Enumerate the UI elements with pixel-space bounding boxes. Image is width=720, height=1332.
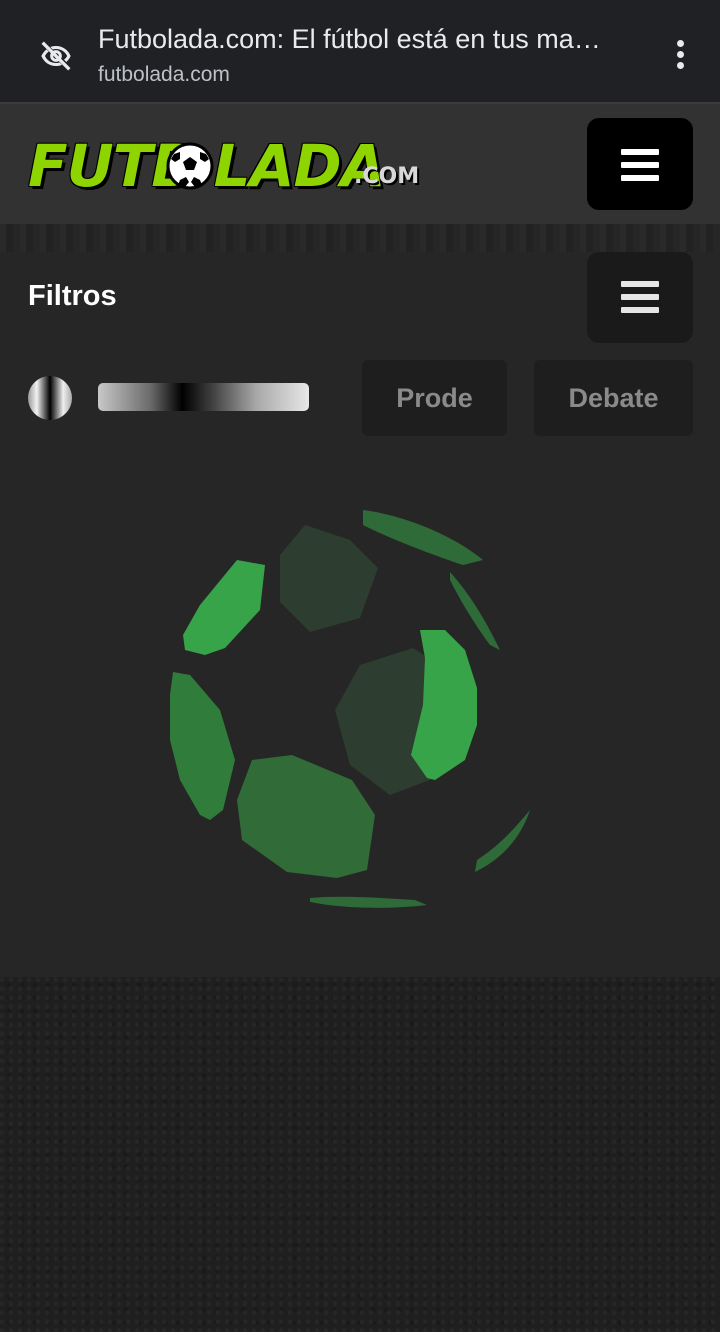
filters-title: Filtros: [28, 280, 117, 312]
hamburger-icon-line: [621, 162, 659, 168]
loading-avatar-placeholder: [28, 376, 72, 420]
hamburger-icon: [621, 149, 659, 155]
prode-button[interactable]: Prode: [362, 360, 507, 436]
hamburger-icon-line: [621, 175, 659, 181]
logo-suffix: .COM: [354, 164, 420, 189]
hamburger-icon-line: [621, 307, 659, 313]
page-title[interactable]: Futbolada.com: El fútbol está en tus ma…: [98, 24, 658, 55]
more-vert-icon[interactable]: [666, 36, 694, 76]
eye-off-icon[interactable]: [36, 36, 76, 76]
decorative-strip: [0, 224, 720, 252]
page-url[interactable]: futbolada.com: [98, 63, 230, 87]
filters-menu-button[interactable]: [587, 252, 693, 343]
soccer-ball-icon: [166, 142, 214, 190]
site-logo[interactable]: FUTB LADA .COM: [28, 128, 428, 208]
site-header: FUTB LADA .COM: [0, 104, 720, 224]
browser-address-bar: Futbolada.com: El fútbol está en tus ma……: [0, 0, 720, 104]
debate-button[interactable]: Debate: [534, 360, 693, 436]
hamburger-icon: [621, 281, 659, 287]
loading-text-placeholder: [98, 383, 309, 411]
page-background: [0, 977, 720, 1332]
soccer-ball-loader-icon: [165, 510, 565, 910]
filters-panel: Filtros Prode Debate: [0, 252, 720, 977]
hamburger-icon-line: [621, 294, 659, 300]
main-menu-button[interactable]: [587, 118, 693, 210]
